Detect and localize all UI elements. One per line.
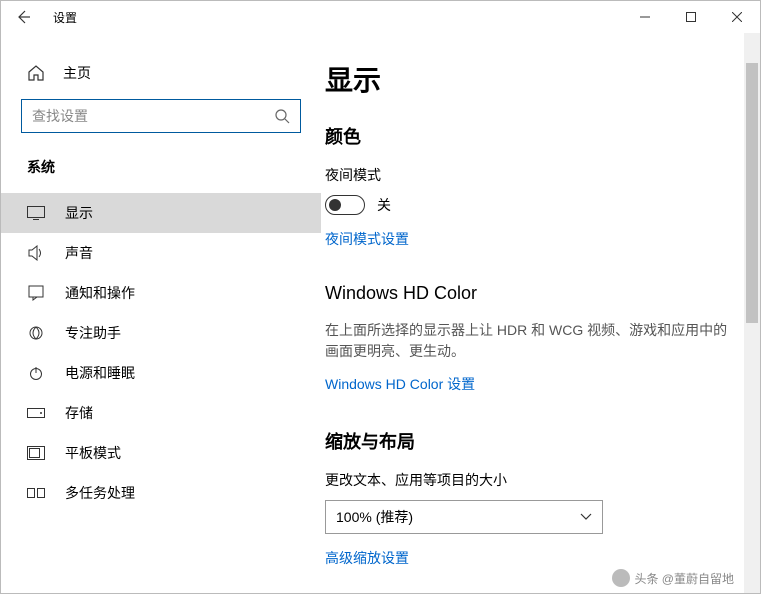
hd-color-desc: 在上面所选择的显示器上让 HDR 和 WCG 视频、游戏和应用中的画面更明亮、更…: [325, 320, 732, 362]
night-mode-state: 关: [377, 195, 391, 215]
sidebar-item-label: 电源和睡眠: [65, 363, 135, 383]
sidebar-item-power[interactable]: 电源和睡眠: [1, 353, 321, 393]
night-mode-row: 关: [325, 195, 732, 215]
window-title: 设置: [53, 9, 77, 26]
sidebar-item-label: 平板模式: [65, 443, 121, 463]
sidebar-item-label: 显示: [65, 203, 93, 223]
back-button[interactable]: [1, 1, 45, 33]
home-label: 主页: [63, 63, 91, 83]
sidebar: 主页 系统 显示 声音 通知和操作 专注助手: [1, 33, 321, 593]
sidebar-section-label: 系统: [1, 151, 321, 193]
sound-icon: [27, 245, 45, 261]
scale-label: 更改文本、应用等项目的大小: [325, 470, 732, 490]
advanced-scale-link[interactable]: 高级缩放设置: [325, 548, 409, 568]
sidebar-item-label: 通知和操作: [65, 283, 135, 303]
sidebar-item-label: 专注助手: [65, 323, 121, 343]
sidebar-item-label: 声音: [65, 243, 93, 263]
content: 主页 系统 显示 声音 通知和操作 专注助手: [1, 33, 760, 593]
watermark-text: 头条 @董蔚自留地: [634, 570, 734, 587]
page-title: 显示: [325, 59, 732, 99]
toggle-knob: [329, 199, 341, 211]
sidebar-item-label: 多任务处理: [65, 483, 135, 503]
close-button[interactable]: [714, 1, 760, 33]
sidebar-item-storage[interactable]: 存储: [1, 393, 321, 433]
watermark-avatar-icon: [612, 569, 630, 587]
maximize-icon: [686, 12, 696, 22]
scrollbar-thumb[interactable]: [746, 63, 758, 323]
window-controls: [622, 1, 760, 33]
night-mode-label: 夜间模式: [325, 165, 732, 185]
focus-icon: [27, 325, 45, 341]
storage-icon: [27, 408, 45, 418]
minimize-button[interactable]: [622, 1, 668, 33]
scale-dropdown[interactable]: 100% (推荐): [325, 500, 603, 534]
color-section-title: 颜色: [325, 123, 732, 149]
power-icon: [27, 365, 45, 381]
night-mode-settings-link[interactable]: 夜间模式设置: [325, 229, 409, 249]
search-box[interactable]: [21, 99, 301, 133]
titlebar-left: 设置: [1, 1, 77, 33]
sidebar-item-tablet[interactable]: 平板模式: [1, 433, 321, 473]
notification-icon: [27, 285, 45, 301]
sidebar-item-label: 存储: [65, 403, 93, 423]
home-icon: [27, 64, 45, 82]
minimize-icon: [640, 12, 650, 22]
titlebar: 设置: [1, 1, 760, 33]
search-icon: [274, 108, 290, 124]
scrollbar[interactable]: [744, 33, 760, 593]
night-mode-toggle[interactable]: [325, 195, 365, 215]
sidebar-item-notifications[interactable]: 通知和操作: [1, 273, 321, 313]
sidebar-item-focus[interactable]: 专注助手: [1, 313, 321, 353]
search-input[interactable]: [32, 108, 274, 124]
sidebar-item-display[interactable]: 显示: [1, 193, 321, 233]
sidebar-home[interactable]: 主页: [1, 53, 321, 99]
tablet-icon: [27, 446, 45, 460]
hd-color-settings-link[interactable]: Windows HD Color 设置: [325, 374, 475, 394]
sidebar-item-multitask[interactable]: 多任务处理: [1, 473, 321, 513]
display-icon: [27, 206, 45, 220]
scale-section-title: 缩放与布局: [325, 428, 732, 454]
search-wrap: [1, 99, 321, 151]
main-panel: 显示 颜色 夜间模式 关 夜间模式设置 Windows HD Color 在上面…: [321, 33, 760, 593]
chevron-down-icon: [580, 513, 592, 521]
back-arrow-icon: [15, 9, 31, 25]
nav-list: 显示 声音 通知和操作 专注助手 电源和睡眠 存储: [1, 193, 321, 513]
scale-dropdown-value: 100% (推荐): [336, 507, 413, 527]
hd-color-title: Windows HD Color: [325, 283, 732, 304]
watermark: 头条 @董蔚自留地: [608, 567, 738, 589]
sidebar-item-sound[interactable]: 声音: [1, 233, 321, 273]
maximize-button[interactable]: [668, 1, 714, 33]
close-icon: [732, 12, 742, 22]
multitask-icon: [27, 488, 45, 498]
